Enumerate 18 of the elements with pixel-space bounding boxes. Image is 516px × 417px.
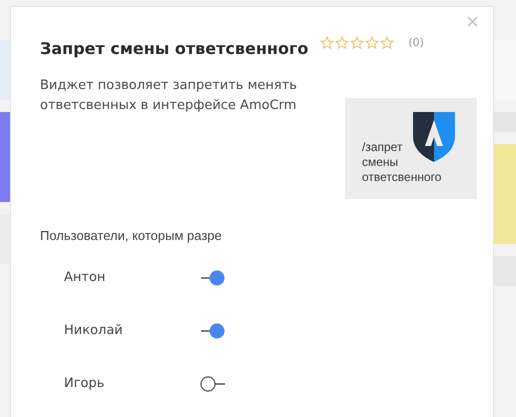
star-icon[interactable] (335, 36, 350, 50)
logo-caption: /запрет смены ответсвенного (362, 140, 442, 185)
star-icon[interactable] (350, 36, 364, 50)
toggle-switch[interactable] (200, 376, 226, 392)
toggle-switch[interactable] (200, 270, 226, 286)
user-name: Антон (64, 270, 106, 285)
description: Виджет позволяет запретить менять ответсвенных в интерфейсе AmoCrm (40, 77, 298, 115)
toggle-switch[interactable] (200, 322, 226, 338)
users-label: Пользователи, которым разре (40, 228, 223, 243)
background-panel (0, 40, 10, 100)
star-icon[interactable] (320, 36, 334, 50)
dialog-title: Запрет смены ответсвенного (40, 39, 308, 58)
star-icon[interactable] (380, 36, 394, 50)
close-button[interactable]: × (462, 11, 483, 33)
star-icon[interactable] (365, 36, 380, 50)
rating-count: (0) (408, 36, 424, 49)
user-name: Николай (64, 323, 124, 338)
user-name: Игорь (64, 376, 106, 391)
